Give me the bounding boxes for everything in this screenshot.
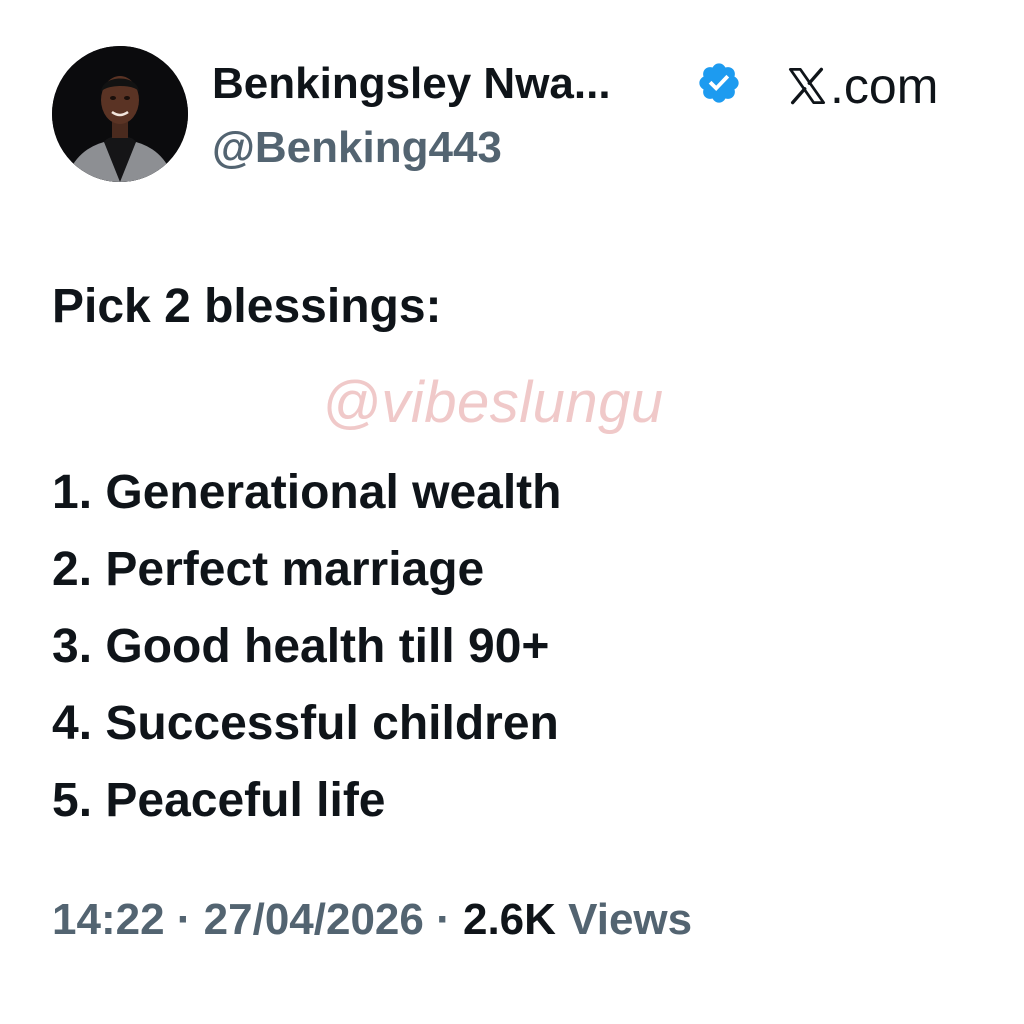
list-item: 5. Peaceful life xyxy=(52,774,386,827)
source-site-label: .com xyxy=(830,58,939,114)
tweet-time[interactable]: 14:22 xyxy=(52,895,165,944)
tweet-meta: 14:22 · 27/04/2026 · 2.6K Views xyxy=(52,890,692,950)
tweet-heading: Pick 2 blessings: xyxy=(52,280,442,333)
profile-photo xyxy=(52,46,188,182)
list-item: 4. Successful children xyxy=(52,697,559,750)
avatar[interactable] xyxy=(52,46,188,182)
tweet-text: Pick 2 blessings: 1. Generational wealth… xyxy=(52,276,992,839)
watermark: @vibeslungu xyxy=(322,370,664,435)
x-logo-icon xyxy=(788,67,826,105)
list-item: 1. Generational wealth xyxy=(52,466,562,519)
views-label: Views xyxy=(555,895,693,944)
author-handle[interactable]: @Benking443 xyxy=(212,120,502,176)
meta-separator: · xyxy=(423,895,463,944)
source-site: .com xyxy=(786,56,938,116)
tweet-date[interactable]: 27/04/2026 xyxy=(204,895,424,944)
meta-separator: · xyxy=(164,895,204,944)
list-item: 3. Good health till 90+ xyxy=(52,620,550,673)
views-count: 2.6K xyxy=(462,895,556,944)
author-display-name[interactable]: Benkingsley Nwa... xyxy=(212,56,611,112)
verified-badge-icon xyxy=(699,63,739,103)
list-item: 2. Perfect marriage xyxy=(52,543,485,596)
